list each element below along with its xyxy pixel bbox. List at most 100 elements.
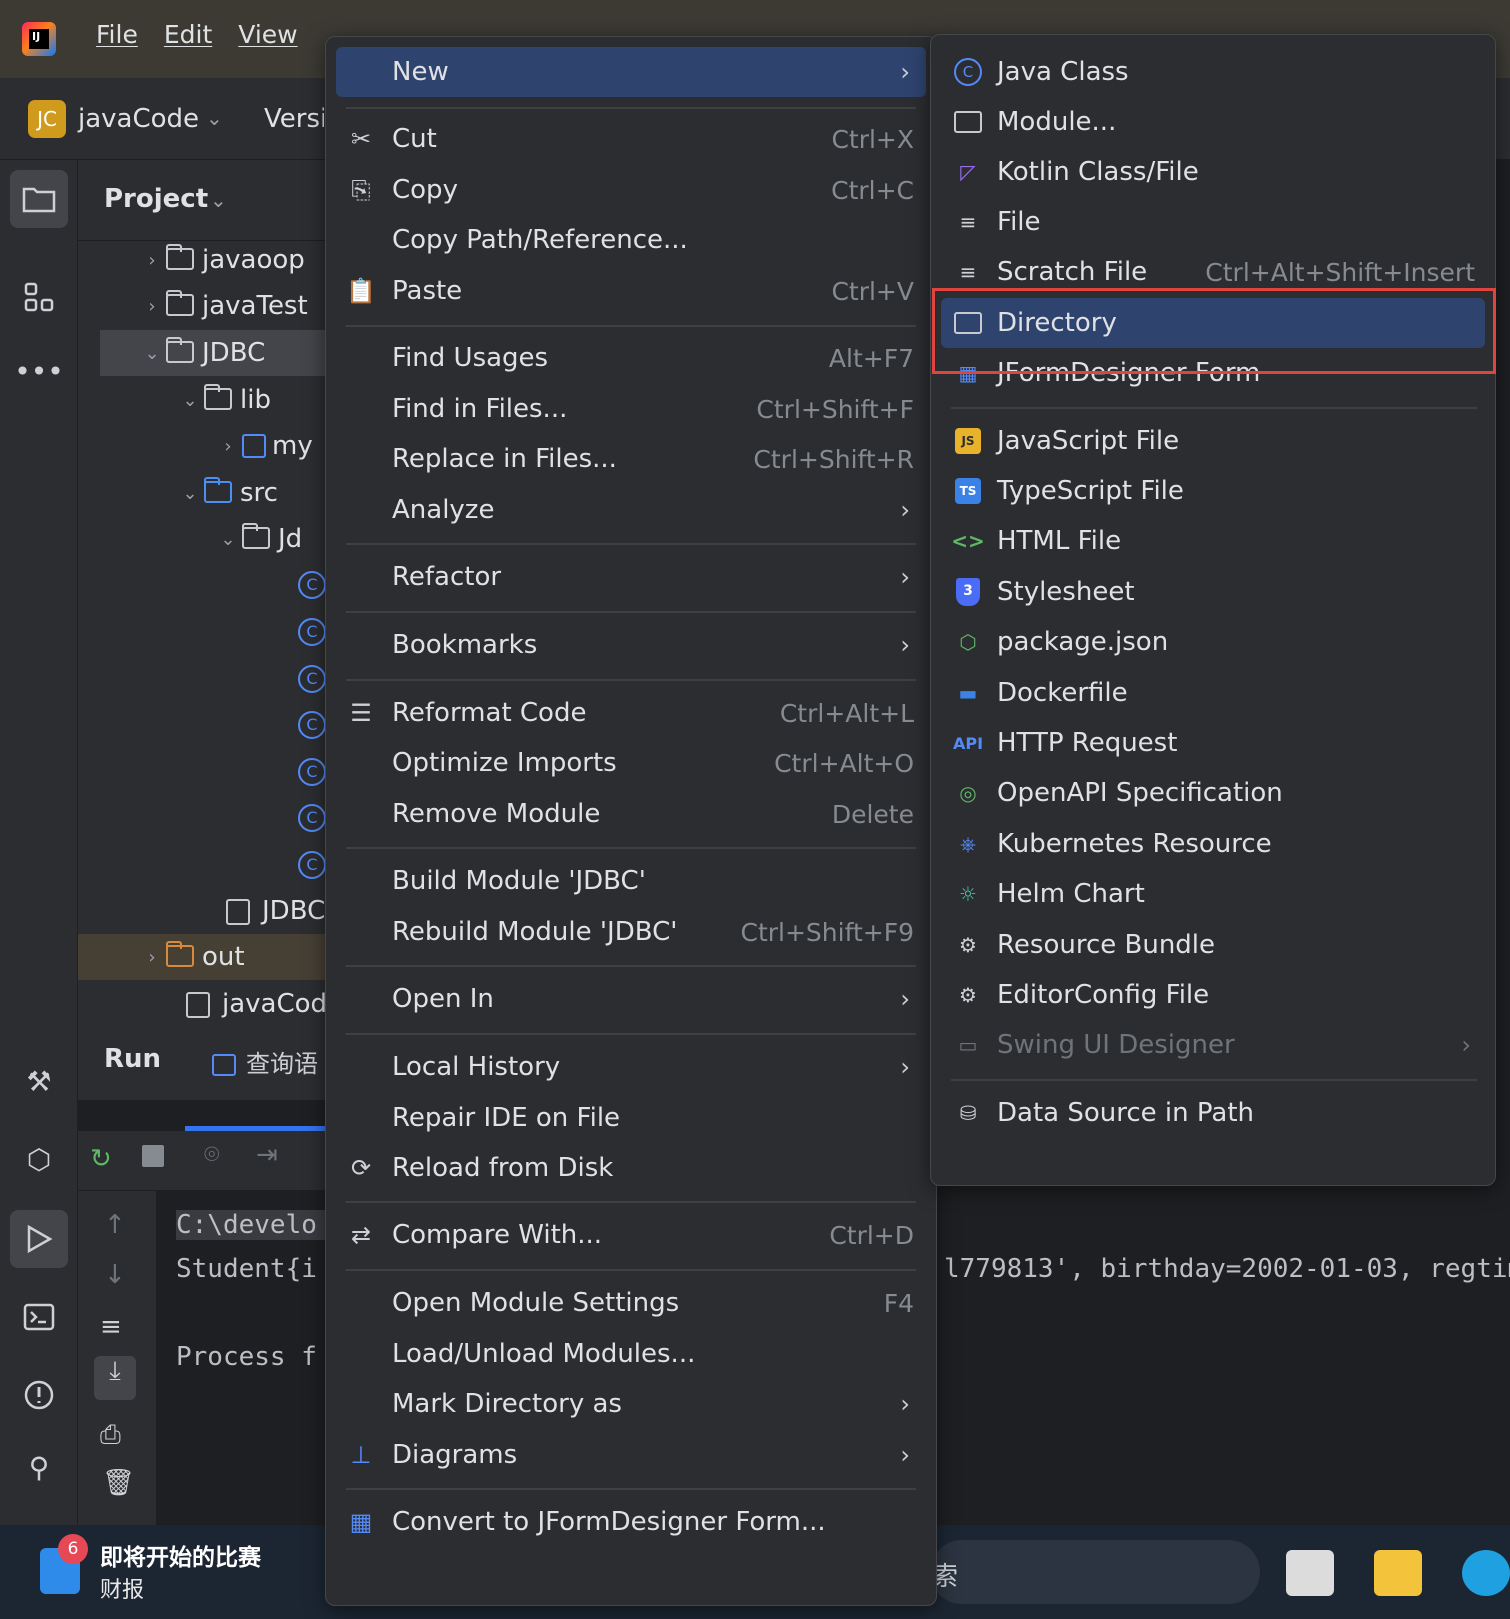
arrow-down-icon[interactable]: ↓ [104, 1260, 126, 1290]
intellij-logo-icon[interactable]: IJ [22, 22, 56, 56]
chevron-right-icon[interactable]: › [138, 296, 166, 317]
tree-node[interactable]: ⌄ lib [176, 377, 271, 423]
menu-item-reload-from-disk[interactable]: ⟳ Reload from Disk [336, 1143, 926, 1193]
terminal-icon[interactable] [10, 1288, 68, 1346]
tree-node[interactable]: C [298, 749, 326, 795]
menu-item-rebuild-module[interactable]: Rebuild Module 'JDBC' Ctrl+Shift+F9 [336, 907, 926, 957]
chevron-right-icon[interactable]: › [214, 436, 242, 457]
menu-item-remove-module[interactable]: Remove Module Delete [336, 789, 926, 839]
print-icon[interactable]: ⎙ [100, 1420, 121, 1451]
menu-item-reformat-code[interactable]: ☰ Reformat Code Ctrl+Alt+L [336, 688, 926, 738]
menu-item-copy[interactable]: ⎘ Copy Ctrl+C [336, 165, 926, 215]
submenu-item-resource-bundle[interactable]: ⚙ Resource Bundle [941, 920, 1485, 970]
soft-wrap-icon[interactable]: ≡ [100, 1312, 122, 1342]
menu-item-mark-directory-as[interactable]: Mark Directory as › [336, 1379, 926, 1429]
services-icon[interactable]: ⬡ [10, 1130, 68, 1188]
submenu-item-http-request[interactable]: API HTTP Request [941, 718, 1485, 768]
submenu-item-kotlin[interactable]: ◸ Kotlin Class/File [941, 147, 1485, 197]
tree-node[interactable]: JDBC [226, 888, 325, 934]
more-icon[interactable]: ••• [10, 342, 68, 400]
news-subtitle[interactable]: 财报 [100, 1572, 144, 1604]
menu-item-diagrams[interactable]: ⊥ Diagrams › [336, 1430, 926, 1480]
news-title[interactable]: 即将开始的比赛 [100, 1538, 261, 1572]
menu-item-open-module-settings[interactable]: Open Module Settings F4 [336, 1278, 926, 1328]
menu-item-find-in-files[interactable]: Find in Files... Ctrl+Shift+F [336, 384, 926, 434]
menu-item-optimize-imports[interactable]: Optimize Imports Ctrl+Alt+O [336, 738, 926, 788]
tree-node[interactable]: C [298, 656, 326, 702]
submenu-item-java-class[interactable]: C Java Class [941, 47, 1485, 97]
tree-node[interactable]: › my [214, 423, 312, 469]
run-panel-title[interactable]: Run [104, 1044, 161, 1074]
submenu-item-kubernetes[interactable]: ⎈ Kubernetes Resource [941, 819, 1485, 869]
tree-node[interactable]: C [298, 562, 326, 608]
chevron-down-icon[interactable]: ⌄ [176, 483, 204, 504]
tree-node[interactable]: ⌄ JDBC [138, 330, 265, 376]
menu-item-build-module[interactable]: Build Module 'JDBC' [336, 856, 926, 906]
submenu-item-dockerfile[interactable]: ▬ Dockerfile [941, 668, 1485, 718]
run-icon[interactable] [10, 1210, 68, 1268]
project-panel-title[interactable]: Project [104, 184, 208, 214]
submenu-item-swing-ui-designer[interactable]: ▭ Swing UI Designer › [941, 1020, 1485, 1070]
menu-item-compare-with[interactable]: ⇄ Compare With... Ctrl+D [336, 1210, 926, 1260]
taskbar-search[interactable] [930, 1540, 1260, 1604]
submenu-item-stylesheet[interactable]: 3 Stylesheet [941, 567, 1485, 617]
chevron-right-icon[interactable]: › [138, 250, 166, 271]
chevron-down-icon[interactable]: ⌄ [206, 106, 223, 130]
submenu-item-editorconfig[interactable]: ⚙ EditorConfig File [941, 970, 1485, 1020]
chevron-down-icon[interactable]: ⌄ [214, 529, 242, 550]
problems-icon[interactable] [10, 1366, 68, 1424]
git-icon[interactable]: ⚲ [10, 1438, 68, 1496]
menu-item-analyze[interactable]: Analyze › [336, 485, 926, 535]
menu-item-copy-path[interactable]: Copy Path/Reference... [336, 215, 926, 265]
run-tab[interactable]: 查询语 [212, 1044, 328, 1079]
chevron-down-icon[interactable]: ⌄ [210, 188, 227, 212]
scroll-to-end-icon[interactable]: ⤓ [94, 1356, 136, 1400]
menu-item-load-unload-modules[interactable]: Load/Unload Modules... [336, 1329, 926, 1379]
stop-icon[interactable] [142, 1144, 164, 1174]
submenu-item-openapi[interactable]: ◎ OpenAPI Specification [941, 768, 1485, 818]
submenu-item-data-source[interactable]: ⛁ Data Source in Path [941, 1088, 1485, 1138]
chevron-down-icon[interactable]: ⌄ [176, 390, 204, 411]
project-badge[interactable]: JC [28, 100, 66, 138]
menu-edit[interactable]: Edit [164, 20, 212, 49]
tree-node[interactable]: › javaoop [138, 237, 305, 283]
menu-file[interactable]: File [96, 20, 138, 49]
tree-node[interactable]: C [298, 702, 326, 748]
chevron-right-icon[interactable]: › [138, 947, 166, 968]
task-view-icon[interactable] [1286, 1550, 1334, 1596]
menu-item-paste[interactable]: 📋 Paste Ctrl+V [336, 266, 926, 316]
project-name[interactable]: javaCode [78, 104, 199, 134]
tree-node[interactable]: C [298, 795, 326, 841]
submenu-item-package-json[interactable]: ⬡ package.json [941, 617, 1485, 667]
tree-node[interactable]: C [298, 842, 326, 888]
tree-node[interactable]: ⌄ Jd [214, 516, 302, 562]
tree-node[interactable]: C [298, 609, 326, 655]
menu-item-repair-ide[interactable]: Repair IDE on File [336, 1093, 926, 1143]
submenu-item-html[interactable]: <> HTML File [941, 516, 1485, 566]
camera-icon[interactable]: ⌾ [204, 1140, 220, 1171]
file-explorer-icon[interactable] [1374, 1550, 1422, 1596]
edge-browser-icon[interactable] [1462, 1550, 1510, 1596]
submenu-item-typescript[interactable]: TS TypeScript File [941, 466, 1485, 516]
menu-item-refactor[interactable]: Refactor › [336, 552, 926, 602]
menu-item-convert-jformdesigner[interactable]: ▦ Convert to JFormDesigner Form... [336, 1497, 926, 1547]
arrow-up-icon[interactable]: ↑ [104, 1210, 126, 1240]
chevron-down-icon[interactable]: ⌄ [138, 343, 166, 364]
submenu-item-javascript[interactable]: JS JavaScript File [941, 416, 1485, 466]
submenu-item-file[interactable]: ≡ File [941, 197, 1485, 247]
menu-view[interactable]: View [238, 20, 297, 49]
submenu-item-module[interactable]: Module... [941, 97, 1485, 147]
submenu-item-helm-chart[interactable]: ☼ Helm Chart [941, 869, 1485, 919]
project-folder-icon[interactable] [10, 170, 68, 228]
menu-item-find-usages[interactable]: Find Usages Alt+F7 [336, 333, 926, 383]
trash-icon[interactable]: 🗑 [102, 1468, 135, 1498]
menu-item-replace-in-files[interactable]: Replace in Files... Ctrl+Shift+R [336, 434, 926, 484]
tree-node[interactable]: › out [138, 934, 245, 980]
tree-node[interactable]: ⌄ src [176, 470, 278, 516]
menu-item-bookmarks[interactable]: Bookmarks › [336, 620, 926, 670]
menu-item-cut[interactable]: ✂ Cut Ctrl+X [336, 114, 926, 164]
exit-icon[interactable]: ⇥ [256, 1140, 278, 1170]
rerun-icon[interactable]: ↻ [90, 1144, 112, 1174]
build-hammer-icon[interactable]: ⚒ [10, 1052, 68, 1110]
menu-item-open-in[interactable]: Open In › [336, 974, 926, 1024]
